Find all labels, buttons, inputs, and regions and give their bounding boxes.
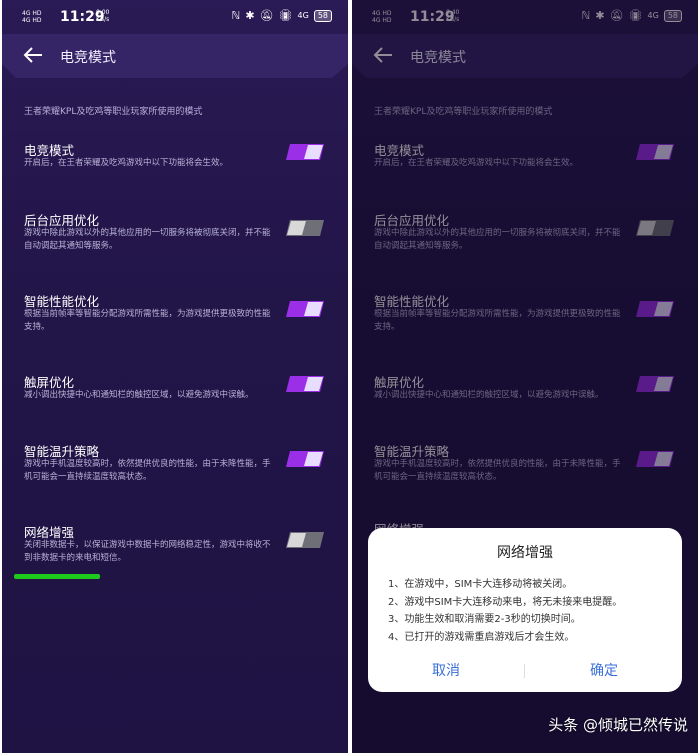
mode-description: 王者荣耀KPL及吃鸡等职业玩家所使用的模式	[24, 107, 203, 117]
back-arrow-icon[interactable]	[22, 44, 44, 66]
network-label: 4G HD	[22, 17, 42, 24]
dialog-message: 1、在游戏中，SIM卡大连移动将被关闭。 2、游戏中SIM卡大连移动来电，将无未…	[388, 576, 670, 646]
network-speed: 0.00 KB/s	[96, 9, 109, 23]
button-divider	[524, 664, 525, 678]
setting-description: 根据当前帧率等智能分配游戏所需性能，为游戏提供更极致的性能支持。	[24, 309, 271, 332]
cancel-button[interactable]: 取消	[376, 660, 516, 680]
network-speed-value: 0.00	[96, 9, 110, 16]
network-speed-unit: KB/s	[96, 16, 110, 23]
dialog-line: 3、功能生效和取消需要2-3秒的切换时间。	[388, 614, 581, 625]
phone-screen-left: 4G HD 4G HD 11:29 0.00 KB/s ℕ ✱ 🔕︎ 📳︎ 4G…	[2, 0, 348, 753]
nfc-icon: ℕ	[231, 9, 241, 22]
app-header: 电竞模式	[2, 34, 348, 80]
header-background	[2, 34, 348, 78]
dialog-line: 1、在游戏中，SIM卡大连移动将被关闭。	[388, 579, 573, 590]
confirm-button[interactable]: 确定	[534, 660, 674, 680]
battery-icon: 58	[313, 9, 332, 22]
network-label: 4G HD	[22, 10, 42, 17]
phone-screen-right: 4G HD 4G HD 11:29 0.40 KB/s ℕ ✱ 🔕︎ 📳︎ 4G…	[352, 0, 698, 753]
toggle-switch-on[interactable]	[286, 451, 324, 467]
setting-description: 游戏中除此游戏以外的其他应用的一切服务将被彻底关闭，并不能自动调起其通知等服务。	[24, 228, 271, 251]
watermark: 头条 @倾城已然传说	[548, 716, 688, 734]
toggle-switch-on[interactable]	[286, 144, 324, 160]
signal-icon: 4G HD 4G HD	[22, 10, 42, 24]
setting-description: 游戏中手机温度较高时，依然提供优良的性能，由于未降性能，手机可能会一直持续温度较…	[24, 459, 271, 482]
network-boost-dialog: 网络增强 1、在游戏中，SIM卡大连移动将被关闭。 2、游戏中SIM卡大连移动来…	[368, 528, 682, 692]
toggle-switch-on[interactable]	[286, 301, 324, 317]
dialog-line: 2、游戏中SIM卡大连移动来电，将无未接来电提醒。	[388, 596, 623, 608]
toggle-switch-off[interactable]	[286, 220, 324, 236]
page-title: 电竞模式	[60, 50, 116, 66]
dialog-title: 网络增强	[497, 545, 553, 561]
setting-description: 减小调出快捷中心和通知栏的触控区域，以避免游戏中误触。	[24, 390, 254, 400]
setting-description: 关闭非数据卡，以保证游戏中数据卡的网络稳定性，游戏中将收不到非数据卡的来电和短信…	[24, 540, 271, 563]
network-type: 4G	[297, 11, 309, 20]
bluetooth-icon: ✱	[245, 9, 255, 22]
dialog-actions: 取消 确定	[368, 660, 682, 682]
mute-icon: 🔕︎	[259, 9, 274, 22]
setting-description: 开启后，在王者荣耀及吃鸡游戏中以下功能将会生效。	[24, 158, 229, 168]
dialog-line: 4、已打开的游戏需重启游戏后才会生效。	[388, 631, 575, 643]
toggle-switch-on[interactable]	[286, 376, 324, 392]
vibrate-icon: 📳︎	[278, 9, 293, 22]
status-bar: 4G HD 4G HD 11:29 0.00 KB/s ℕ ✱ 🔕︎ 📳︎ 4G…	[2, 0, 348, 34]
toggle-switch-off[interactable]	[286, 532, 324, 548]
home-indicator	[14, 574, 100, 579]
